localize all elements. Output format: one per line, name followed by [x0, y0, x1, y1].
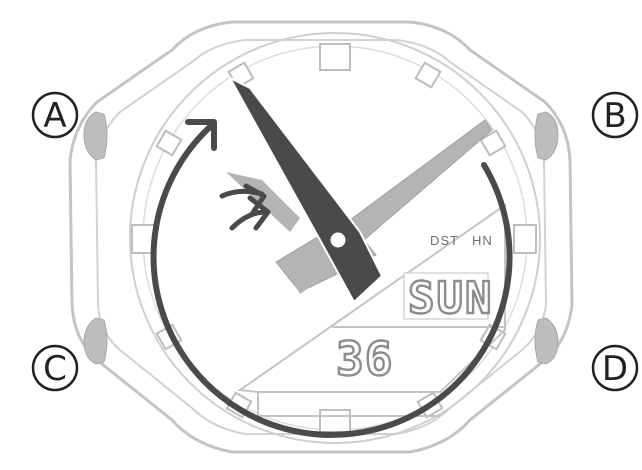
svg-text:B: B	[603, 96, 626, 136]
hn-indicator: HN	[472, 233, 493, 248]
day-number-display: 36	[335, 331, 394, 387]
button-label-d: D	[591, 344, 639, 392]
hour-marker-10	[155, 129, 183, 157]
hour-marker-3	[513, 224, 537, 254]
watch-diagram: A B C D DST HN SUN 36	[31, 20, 639, 454]
button-c-pusher[interactable]	[83, 317, 108, 365]
svg-text:36: 36	[336, 332, 393, 386]
hour-marker-9	[131, 224, 155, 254]
button-label-c: C	[31, 344, 79, 392]
hand-pivot	[327, 229, 349, 251]
hour-marker-1	[414, 61, 442, 89]
button-a-pusher[interactable]	[83, 111, 108, 161]
button-label-b: B	[591, 91, 639, 139]
svg-text:A: A	[43, 96, 66, 136]
svg-text:D: D	[602, 349, 628, 389]
button-d-pusher[interactable]	[534, 317, 559, 365]
hour-marker-12	[319, 43, 351, 71]
hour-marker-6	[319, 409, 351, 433]
button-label-a: A	[31, 91, 79, 139]
button-b-pusher[interactable]	[534, 111, 559, 161]
day-of-week-display: SUN	[403, 272, 493, 325]
svg-text:C: C	[43, 349, 67, 389]
svg-text:SUN: SUN	[408, 273, 493, 324]
dst-indicator: DST	[430, 233, 459, 248]
